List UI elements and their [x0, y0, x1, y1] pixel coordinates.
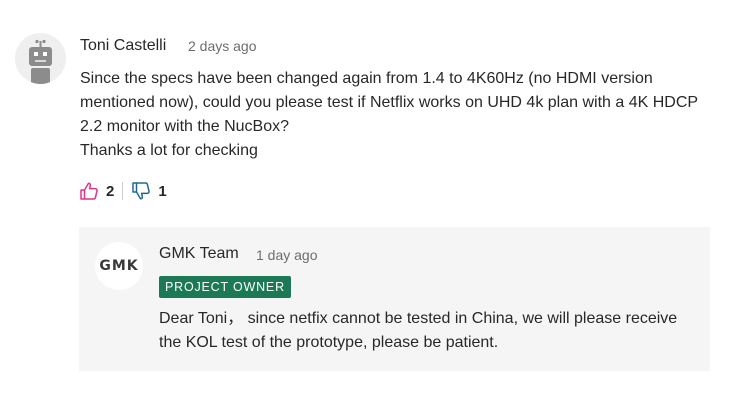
comment-body: Since the specs have been changed again …	[80, 67, 700, 163]
robot-avatar-icon[interactable]	[15, 33, 66, 84]
downvote-button[interactable]: 1	[131, 181, 167, 201]
reply-body: Dear Toni， since netfix cannot be tested…	[159, 307, 699, 355]
reply-author[interactable]: GMK Team	[159, 245, 239, 263]
comment: Toni Castelli 2 days ago Since the specs…	[0, 0, 731, 415]
upvote-count: 2	[106, 182, 115, 200]
comment-timestamp: 2 days ago	[188, 38, 257, 54]
vote-divider	[122, 182, 124, 200]
thumbs-up-icon	[79, 181, 99, 201]
comment-author[interactable]: Toni Castelli	[80, 37, 166, 55]
comment-body-paragraph: Thanks a lot for checking	[80, 142, 258, 159]
downvote-count: 1	[158, 182, 167, 200]
gmk-avatar[interactable]: GMK	[95, 242, 143, 290]
reply: GMK GMK Team 1 day ago PROJECT OWNER Dea…	[79, 227, 710, 371]
upvote-button[interactable]: 2	[79, 181, 114, 201]
reply-body-paragraph: Dear Toni， since netfix cannot be tested…	[159, 310, 678, 351]
comment-body-paragraph: Since the specs have been changed again …	[80, 70, 698, 135]
thumbs-down-icon	[131, 181, 151, 201]
reply-timestamp: 1 day ago	[256, 247, 318, 263]
project-owner-badge: PROJECT OWNER	[159, 276, 291, 298]
vote-bar: 2 1	[79, 178, 167, 204]
